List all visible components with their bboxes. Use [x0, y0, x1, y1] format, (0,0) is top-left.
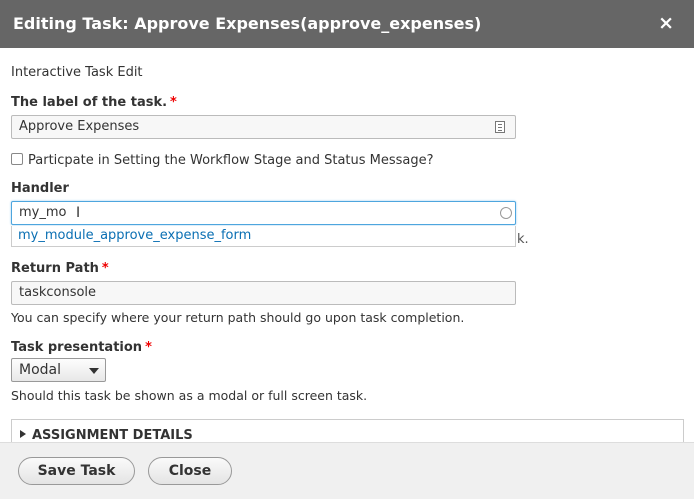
- required-mark: *: [101, 261, 109, 276]
- workflow-checkbox-row[interactable]: Particpate in Setting the Workflow Stage…: [11, 153, 434, 168]
- handler-input[interactable]: my_mo I: [11, 201, 516, 225]
- dialog-title: Editing Task: Approve Expenses(approve_e…: [13, 14, 482, 33]
- assignment-details-fieldset: ASSIGNMENT DETAILS: [11, 419, 684, 442]
- text-cursor-icon: I: [76, 205, 81, 221]
- task-presentation-selected: Modal: [19, 362, 61, 378]
- task-label-text: The label of the task.: [11, 95, 168, 110]
- task-label-value: Approve Expenses: [19, 119, 140, 134]
- autocomplete-throbber-icon: [500, 207, 512, 219]
- task-presentation-select[interactable]: Modal: [11, 358, 106, 382]
- required-mark: *: [170, 95, 177, 110]
- task-presentation-label-text: Task presentation: [11, 340, 143, 355]
- return-path-description: You can specify where your return path s…: [11, 310, 465, 325]
- form-intro: Interactive Task Edit: [11, 65, 143, 80]
- return-path-value: taskconsole: [19, 285, 97, 300]
- task-label-label: The label of the task. *: [11, 95, 177, 110]
- workflow-checkbox[interactable]: [11, 153, 23, 165]
- return-path-label: Return Path *: [11, 261, 109, 276]
- dialog-titlebar: Editing Task: Approve Expenses(approve_e…: [0, 0, 694, 48]
- return-path-label-text: Return Path: [11, 261, 99, 276]
- return-path-input[interactable]: taskconsole: [11, 281, 516, 305]
- save-task-button[interactable]: Save Task: [18, 457, 135, 485]
- close-icon[interactable]: ×: [658, 11, 674, 35]
- handler-value: my_mo: [19, 205, 67, 220]
- assignment-details-label: ASSIGNMENT DETAILS: [32, 428, 193, 442]
- dialog-footer: Save Task Close: [0, 442, 694, 499]
- required-mark: *: [145, 340, 152, 355]
- handler-label: Handler: [11, 181, 69, 196]
- disclosure-triangle-icon: [20, 430, 26, 438]
- task-presentation-description: Should this task be shown as a modal or …: [11, 388, 368, 403]
- task-presentation-label: Task presentation *: [11, 340, 152, 355]
- autocomplete-suggestion[interactable]: my_module_approve_expense_form: [11, 226, 516, 247]
- chevron-down-icon: [89, 368, 99, 374]
- workflow-checkbox-label: Particpate in Setting the Workflow Stage…: [28, 153, 434, 168]
- handler-description-tail: k.: [517, 232, 529, 247]
- task-label-input[interactable]: Approve Expenses: [11, 115, 516, 139]
- assignment-details-summary[interactable]: ASSIGNMENT DETAILS: [20, 428, 193, 442]
- contact-card-icon: [495, 121, 505, 133]
- dialog-content: Interactive Task Edit The label of the t…: [0, 48, 694, 442]
- close-button[interactable]: Close: [148, 457, 232, 485]
